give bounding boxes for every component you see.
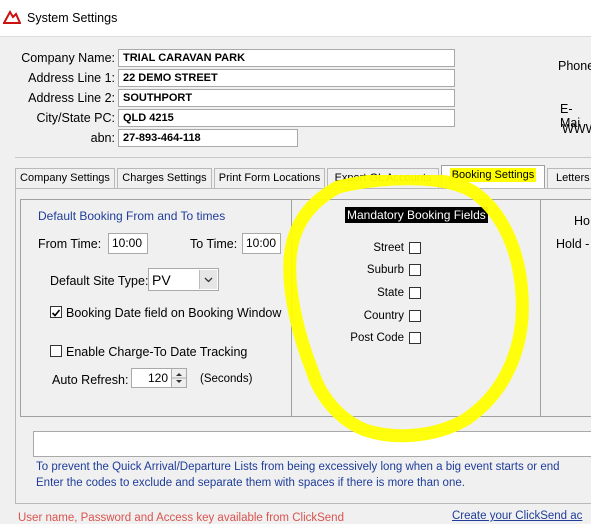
abn-label: abn: — [90, 131, 115, 145]
city-state-field[interactable]: QLD 4215 — [118, 109, 455, 127]
spinner-arrows-icon[interactable] — [171, 369, 186, 387]
auto-refresh-value: 120 — [147, 371, 168, 385]
title-bar: System Settings — [0, 0, 591, 37]
group-divider — [540, 199, 541, 417]
city-state-label: City/State PC: — [36, 111, 116, 125]
site-type-select[interactable]: PV — [148, 268, 219, 291]
checkmark-icon — [51, 309, 61, 317]
address-line-2-label: Address Line 2: — [28, 91, 115, 105]
auto-refresh-input[interactable]: 120 — [131, 368, 187, 388]
auto-refresh-unit: (Seconds) — [200, 373, 253, 385]
address-line-1-label: Address Line 1: — [28, 71, 115, 85]
exclude-help-line-2: Enter the codes to exclude and separate … — [36, 477, 465, 489]
from-time-label: From Time: — [38, 237, 102, 251]
section-title: Default Booking From and To times — [38, 209, 226, 223]
clicksend-note: User name, Password and Access key avail… — [18, 512, 344, 524]
company-details: Company Name: TRIAL CARAVAN PARK Address… — [15, 43, 455, 153]
booking-date-label: Booking Date field on Booking Window — [66, 306, 282, 320]
site-type-value: PV — [152, 272, 171, 288]
clicksend-link[interactable]: Create your ClickSend ac — [452, 510, 582, 522]
exclude-help-line-1: To prevent the Quick Arrival/Departure L… — [36, 461, 560, 473]
hold-label-2: Hold - — [556, 237, 590, 251]
hold-label-1: Ho — [574, 214, 590, 228]
charge-to-label: Enable Charge-To Date Tracking — [66, 345, 248, 359]
www-label: WWW — [562, 122, 591, 136]
company-name-field[interactable]: TRIAL CARAVAN PARK — [118, 49, 455, 67]
phone-label: Phone — [558, 59, 591, 73]
chevron-down-icon[interactable] — [199, 270, 217, 289]
to-time-label: To Time: — [190, 237, 238, 251]
from-time-input[interactable]: 10:00 — [108, 233, 148, 254]
tab-company-settings[interactable]: Company Settings — [15, 168, 115, 188]
company-name-label: Company Name: — [21, 51, 115, 65]
auto-refresh-label: Auto Refresh: — [52, 373, 129, 387]
charge-to-checkbox[interactable] — [50, 345, 62, 357]
window-title: System Settings — [27, 11, 118, 25]
site-type-label: Default Site Type: — [50, 274, 149, 288]
abn-field[interactable]: 27-893-464-118 — [118, 129, 298, 147]
highlight-annotation — [283, 175, 529, 443]
divider — [15, 157, 591, 158]
caravan-app-icon — [3, 10, 21, 24]
address-line-2-field[interactable]: SOUTHPORT — [118, 89, 455, 107]
tab-charges-settings[interactable]: Charges Settings — [117, 168, 212, 188]
booking-date-checkbox[interactable] — [50, 306, 62, 318]
tab-letters[interactable]: Letters — [547, 168, 591, 188]
address-line-1-field[interactable]: 22 DEMO STREET — [118, 69, 455, 87]
